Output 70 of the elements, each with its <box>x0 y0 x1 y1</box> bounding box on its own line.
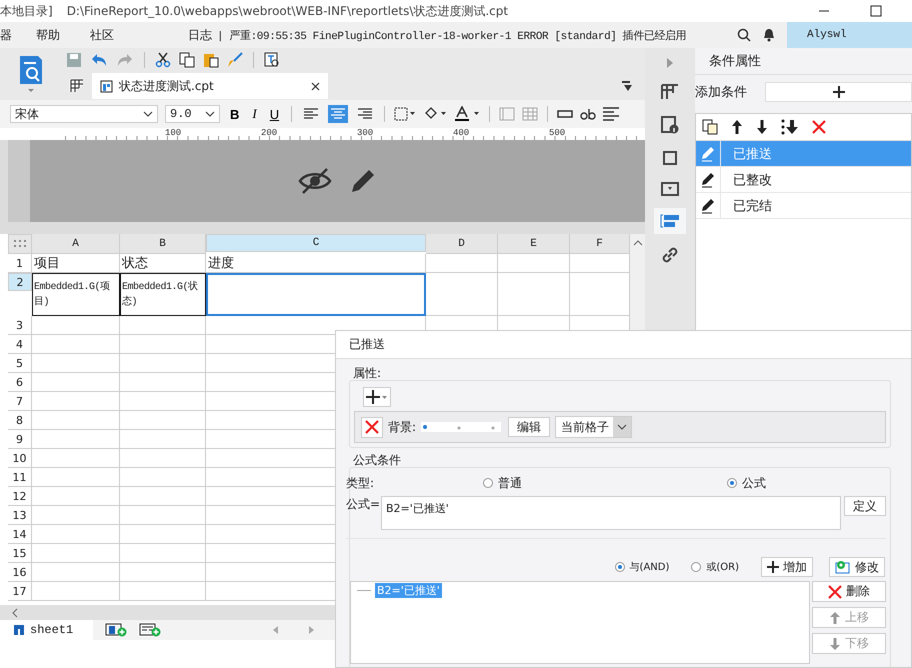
row-header[interactable]: 7 <box>8 392 32 411</box>
scope-dropdown[interactable]: 当前格子 <box>555 416 632 438</box>
define-button[interactable]: 定义 <box>844 496 886 516</box>
row-header[interactable]: 13 <box>8 506 32 525</box>
user-name[interactable]: Alyswl <box>787 22 912 48</box>
table-cell[interactable]: Embedded1.G(项目) <box>32 273 120 316</box>
font-size-select[interactable]: 9.0 <box>165 105 220 123</box>
column-header[interactable]: B <box>120 234 206 254</box>
file-tab[interactable]: 状态进度测试.cpt <box>92 73 328 99</box>
edit-button[interactable]: 编辑 <box>508 417 550 437</box>
table-cell[interactable]: 项目 <box>32 254 120 273</box>
join-radio[interactable]: 或(OR) <box>691 560 739 574</box>
row-header[interactable]: 8 <box>8 411 32 430</box>
log-label[interactable]: 日志 <box>188 26 212 44</box>
row-header[interactable]: 15 <box>8 544 32 563</box>
row-header[interactable]: 9 <box>8 430 32 449</box>
font-select[interactable]: 宋体 <box>10 105 158 123</box>
modify-button[interactable]: 修改 <box>829 557 885 577</box>
bold-button[interactable]: B <box>227 106 242 122</box>
column-header[interactable]: D <box>426 234 498 254</box>
row-header[interactable]: 11 <box>8 468 32 487</box>
condition-item[interactable]: 已整改 <box>696 167 911 193</box>
file-path: D:\FineReport_10.0\webapps\webroot\WEB-INF\reportlets\状态进度测试.cpt <box>66 2 508 20</box>
row-header[interactable]: 14 <box>8 525 32 544</box>
row-header[interactable]: 6 <box>8 373 32 392</box>
column-header[interactable]: F <box>570 234 630 254</box>
table-cell[interactable]: Embedded1.G(状态) <box>120 273 206 316</box>
row-header[interactable]: 5 <box>8 354 32 373</box>
ruler-label: 200 <box>261 128 278 140</box>
add-condition-label: 添加条件 <box>695 84 748 101</box>
section-label: 公式条件 <box>353 452 402 469</box>
dialog-title: 已推送 <box>336 331 911 359</box>
type-label: 类型: <box>346 474 376 492</box>
row-header[interactable]: 3 <box>8 316 32 335</box>
column-header[interactable]: C <box>206 234 426 252</box>
ruler-label: 300 <box>357 128 374 140</box>
column-header[interactable]: E <box>498 234 570 254</box>
table-cell[interactable]: 进度 <box>206 254 426 273</box>
add-button[interactable]: 增加 <box>761 557 813 577</box>
menu-item[interactable]: 器 <box>0 26 12 44</box>
type-radio[interactable]: 公式 <box>727 474 766 492</box>
window-title: 本地目录] <box>0 2 53 20</box>
row-header[interactable]: 17 <box>8 582 32 601</box>
join-radio[interactable]: 与(AND) <box>614 560 670 574</box>
property-label: 背景: <box>388 418 416 436</box>
menu-item[interactable]: 帮助 <box>36 26 60 44</box>
italic-button[interactable]: I <box>249 106 260 122</box>
menu-item[interactable]: 社区 <box>90 26 114 44</box>
delete-button[interactable]: 删除 <box>812 581 886 602</box>
ruler-label: 100 <box>165 128 182 140</box>
ruler-label: 400 <box>453 128 470 140</box>
row-header[interactable]: 16 <box>8 563 32 582</box>
table-cell[interactable]: 状态 <box>120 254 206 273</box>
row-header[interactable]: 10 <box>8 449 32 468</box>
formula-field[interactable]: B2='已推送' <box>381 496 841 530</box>
underline-button[interactable]: U <box>266 106 282 122</box>
condition-item[interactable]: 已完结 <box>696 193 911 219</box>
type-radio[interactable]: 普通 <box>483 474 522 492</box>
formula-label: 公式= <box>346 496 381 513</box>
log-message: | 严重:09:55:35 FinePluginController-18-worker-1 ERROR [standard] 插件已经启用 <box>217 28 686 42</box>
section-label: 属性: <box>353 365 382 382</box>
row-header[interactable]: 12 <box>8 487 32 506</box>
row-header[interactable]: 2 <box>8 273 32 291</box>
file-tab-label: 状态进度测试.cpt <box>119 78 214 94</box>
row-header[interactable]: 1 <box>8 254 32 273</box>
panel-title: 条件属性 <box>695 48 912 75</box>
row-header[interactable]: 4 <box>8 335 32 354</box>
column-header[interactable]: A <box>32 234 120 254</box>
sheet-tab[interactable]: sheet1 <box>0 620 94 640</box>
ruler-label: 500 <box>549 128 566 140</box>
